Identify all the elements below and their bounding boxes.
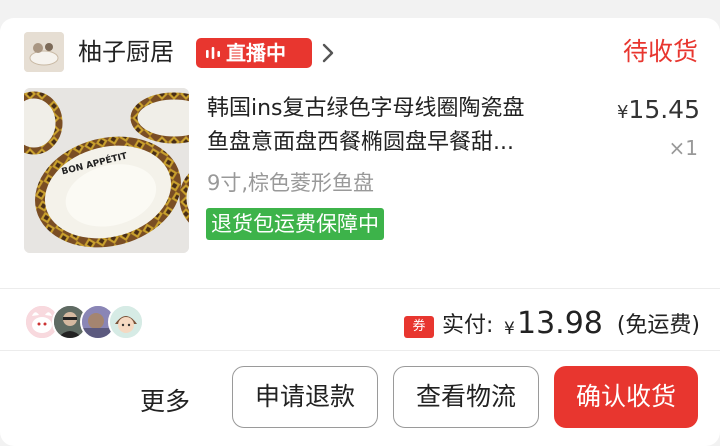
product-title-line-1: 韩国ins复古绿色字母线圈陶瓷盘 [207,96,525,121]
product-price: ¥15.45 [617,94,700,129]
product-title[interactable]: 韩国ins复古绿色字母线圈陶瓷盘 鱼盘意面盘西餐椭圆盘早餐甜... [207,92,599,160]
shipping-note: (免运费) [616,313,700,338]
chevron-right-icon[interactable] [320,40,336,66]
return-guarantee-badge: 退货包运费保障中 [206,208,384,240]
request-refund-button[interactable]: 申请退款 [232,366,378,428]
live-badge-label: 直播中 [226,41,286,65]
product-image[interactable]: BON APPÉTIT [24,88,189,253]
shop-name[interactable]: 柚子厨居 [78,36,174,68]
order-actions: 更多 申请退款 查看物流 确认收货 [0,350,720,446]
buyer-avatars[interactable] [24,304,174,340]
shop-header[interactable]: 柚子厨居 直播中 待收货 [0,18,720,88]
paid-label: 实付: [442,313,494,338]
payment-row: 券 实付: ¥ 13.98 (免运费) [0,288,720,350]
oval-plate-image: BON APPÉTIT [24,88,189,253]
price-value: 15.45 [628,95,700,124]
product-spec: 9寸,棕色菱形鱼盘 [207,171,375,195]
paid-currency: ¥ [504,319,515,339]
order-status: 待收货 [622,37,698,66]
view-logistics-button[interactable]: 查看物流 [393,366,539,428]
live-bars-icon [206,47,220,59]
shop-avatar[interactable] [24,32,64,72]
order-card: 柚子厨居 直播中 待收货 BON APPÉTIT 韩国ins复古绿色字母线圈陶瓷… [0,18,720,446]
confirm-receipt-button[interactable]: 确认收货 [554,366,698,428]
more-button[interactable]: 更多 [128,384,202,420]
product-title-line-2: 鱼盘意面盘西餐椭圆盘早餐甜... [207,130,514,155]
buyer-avatar [108,304,144,340]
product-quantity: ×1 [668,136,698,160]
product-item[interactable]: BON APPÉTIT 韩国ins复古绿色字母线圈陶瓷盘 鱼盘意面盘西餐椭圆盘早… [0,88,720,288]
shop-avatar-icon [24,32,64,72]
coupon-tag: 券 [404,316,434,338]
price-currency: ¥ [616,102,629,123]
live-badge[interactable]: 直播中 [196,38,312,68]
paid-amount: 13.98 [517,306,603,341]
